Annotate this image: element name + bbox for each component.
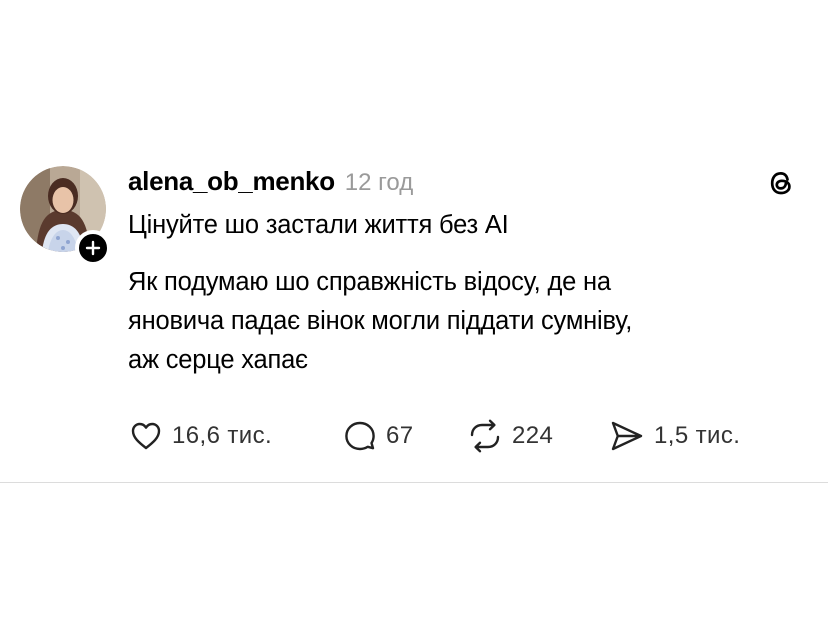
comment-icon — [345, 421, 375, 451]
plus-icon — [85, 240, 101, 256]
username-link[interactable]: alena_ob_menko — [128, 166, 335, 197]
reply-count: 67 — [386, 422, 414, 449]
heart-icon — [131, 422, 161, 450]
repost-count: 224 — [512, 422, 554, 449]
share-button[interactable]: 1,5 тис. — [608, 416, 740, 456]
post-time: 12 год — [344, 169, 414, 196]
divider — [0, 482, 828, 483]
post-title: Цінуйте шо застали життя без AI — [128, 211, 509, 239]
avatar-container — [20, 166, 111, 266]
follow-button[interactable] — [75, 230, 111, 266]
repost-icon — [470, 419, 500, 453]
threads-logo-icon[interactable] — [764, 166, 798, 200]
post-header: alena_ob_menko 12 год — [128, 166, 413, 200]
like-count: 16,6 тис. — [172, 422, 273, 449]
post-text: Як подумаю шо справжність відосу, де на … — [128, 268, 633, 374]
reply-button[interactable]: 67 — [342, 416, 414, 456]
repost-button[interactable]: 224 — [466, 416, 553, 456]
like-button[interactable]: 16,6 тис. — [128, 416, 272, 456]
post: alena_ob_menko 12 год Цінуйте шо застали… — [0, 160, 828, 482]
send-icon — [611, 421, 643, 451]
post-actions: 16,6 тис. 67 224 1,5 тис. — [128, 416, 808, 456]
share-count: 1,5 тис. — [654, 422, 741, 449]
post-body: Цінуйте шо застали життя без AI Як подум… — [128, 206, 808, 380]
